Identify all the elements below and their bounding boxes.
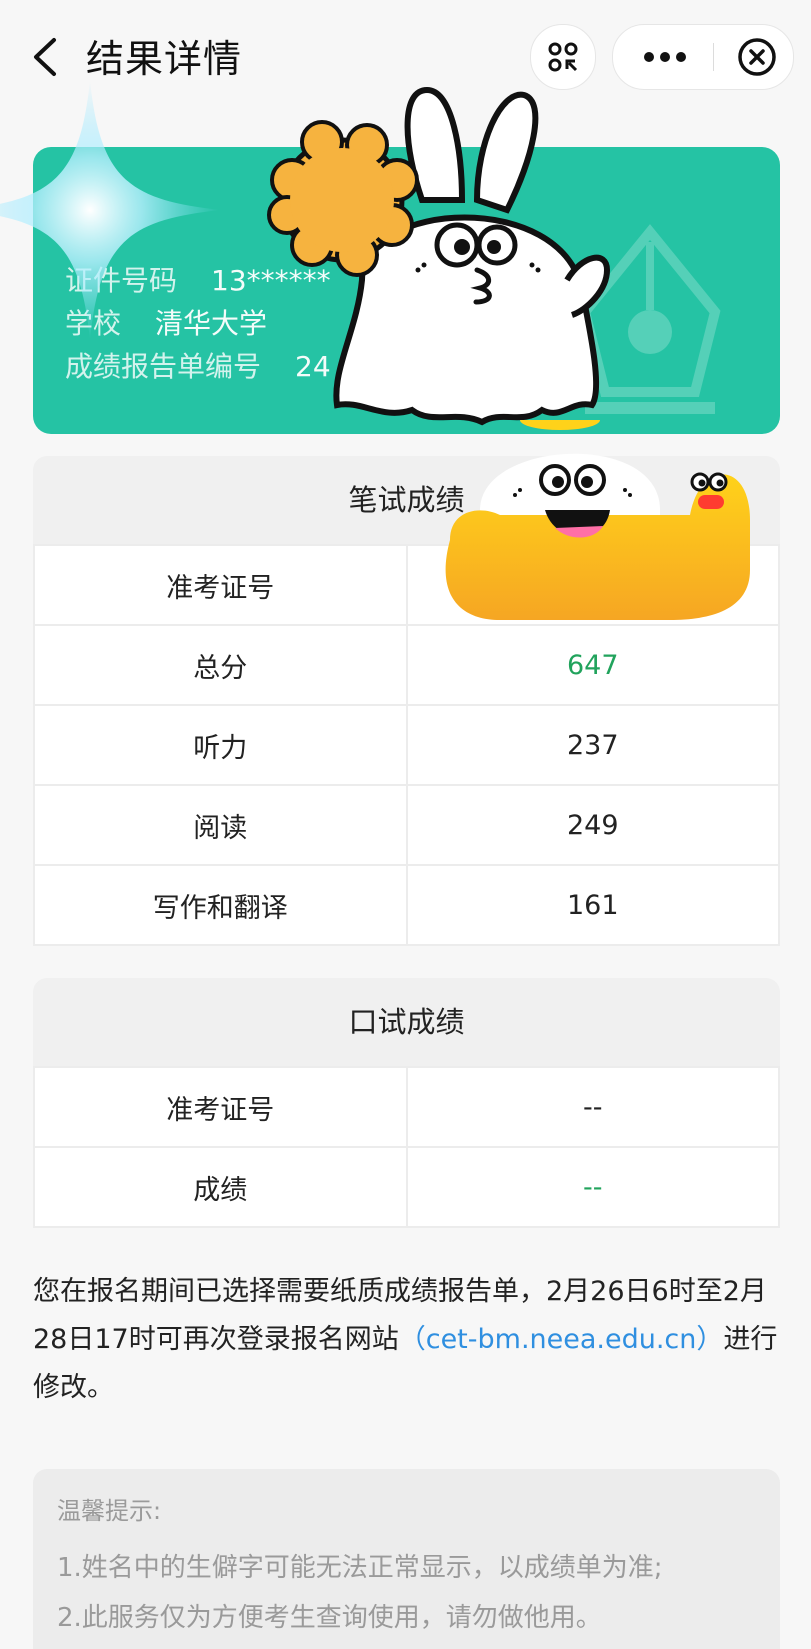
admission-number-label: 准考证号	[33, 544, 408, 626]
paper-report-notice: 您在报名期间已选择需要纸质成绩报告单，2月26日6时至2月28日17时可再次登录…	[33, 1268, 780, 1412]
oral-admission-number-label: 准考证号	[33, 1066, 408, 1148]
close-circle-icon	[738, 38, 776, 76]
duck-float-sticker-icon	[445, 420, 750, 620]
tips-line-2: 2.此服务仅为方便考生查询使用，请勿做他用。	[57, 1603, 602, 1633]
tips-title: 温馨提示:	[57, 1497, 162, 1525]
table-row: 阅读 249	[33, 784, 780, 866]
registration-site-link[interactable]: （cet-bm.neea.edu.cn）	[399, 1324, 724, 1355]
oral-admission-number-value: --	[405, 1066, 780, 1148]
sparkle-decoration-icon	[0, 80, 220, 340]
listening-label: 听力	[33, 704, 408, 786]
tips-line-1: 1.姓名中的生僻字可能无法正常显示，以成绩单为准;	[57, 1553, 663, 1583]
listening-value: 237	[405, 704, 780, 786]
table-row: 听力 237	[33, 704, 780, 786]
oral-score-table: 准考证号 -- 成绩 --	[33, 1066, 780, 1228]
oral-score-label: 成绩	[33, 1146, 408, 1228]
table-row: 写作和翻译 161	[33, 864, 780, 946]
table-row: 成绩 --	[33, 1146, 780, 1228]
writing-translation-value: 161	[405, 864, 780, 946]
tips-box: 温馨提示: 1.姓名中的生僻字可能无法正常显示，以成绩单为准; 2.此服务仅为方…	[33, 1469, 780, 1649]
total-score-label: 总分	[33, 624, 408, 706]
reading-label: 阅读	[33, 784, 408, 866]
report-number-label: 成绩报告单编号	[65, 350, 262, 383]
reading-value: 249	[405, 784, 780, 866]
table-row: 准考证号 --	[33, 1066, 780, 1148]
writing-translation-label: 写作和翻译	[33, 864, 408, 946]
bunny-sticker-icon	[267, 86, 611, 426]
close-button[interactable]	[725, 25, 789, 89]
oral-score-value: --	[405, 1146, 780, 1228]
capsule-divider	[713, 43, 714, 71]
oral-score-header: 口试成绩	[33, 978, 780, 1066]
